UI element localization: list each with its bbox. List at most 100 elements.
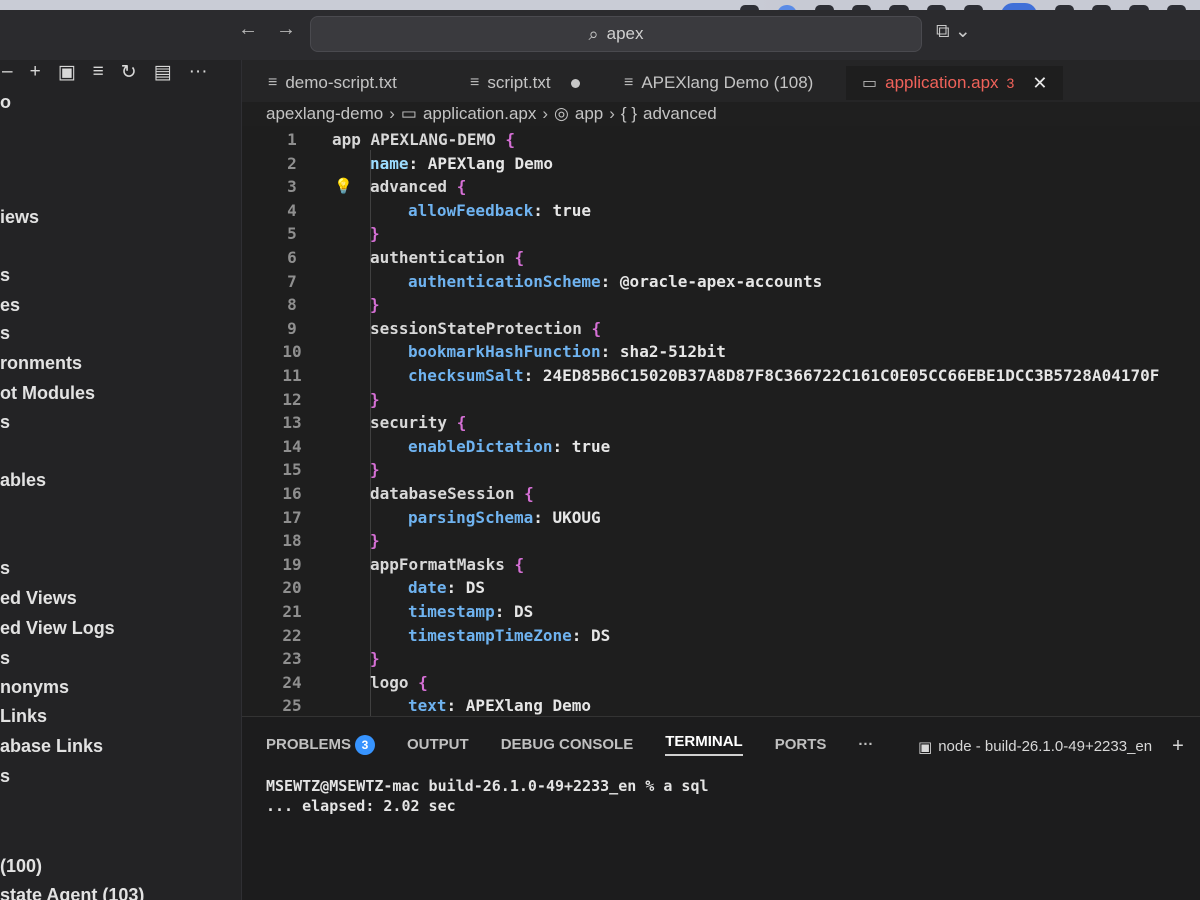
code-value: { [504,554,525,574]
tab-label: APEXlang Demo (108) [641,73,814,92]
code-text: bookmarkHashFunction: sha2-512bit [408,342,726,361]
tab-apexlang-demo[interactable]: ≡ APEXlang Demo (108) [624,66,813,100]
tab-ports[interactable]: PORTS [775,736,827,753]
copilot-chat-icon[interactable]: ⧉ ⌄ [936,20,971,43]
title-bar: ← → ⌕ apex ⧉ ⌄ [0,10,1200,60]
back-arrow-icon[interactable]: ← [238,18,258,41]
explorer-tree-item[interactable]: (100) [0,856,42,877]
code-line: 1 app APEXLANG-DEMO { [242,130,1200,154]
terminal-icon: ▣ [918,738,933,756]
code-line: 7 authenticationScheme: @oracle-apex-acco… [242,272,1200,296]
explorer-tree-item[interactable]: es [0,295,20,316]
line-number: 19 [282,554,302,574]
code-line: 3 💡 advanced { [242,177,1200,201]
line-number: 25 [282,696,302,716]
breadcrumb-symbol-advanced[interactable]: advanced [643,104,717,124]
code-text: authentication { [370,248,524,267]
window-file-icon: ▭ [862,75,878,92]
tab-label: demo-script.txt [285,73,397,92]
tab-application-apx[interactable]: ▭ application.apx 3 ✕ [846,66,1064,100]
code-value: : 24ED85B6C15020B37A8D87F8C366722C161C0E… [523,366,1160,385]
code-key: databaseSession [370,484,515,503]
filter-icon[interactable]: ≡ [93,61,104,83]
tab-terminal[interactable]: TERMINAL [665,733,743,756]
explorer-tree-item[interactable]: s [0,648,10,669]
explorer-tree-item[interactable]: Links [0,706,47,727]
explorer-tree-item[interactable]: abase Links [0,736,103,757]
lightbulb-icon[interactable]: 💡 [334,177,353,195]
breadcrumb-root[interactable]: apexlang-demo [266,104,383,124]
code-value: : true [552,436,611,456]
code-key: parsingSchema [408,507,534,527]
tab-label: application.apx [885,73,999,92]
line-number: 24 [282,672,302,692]
terminal-selector[interactable]: ▣ node - build-26.1.0-49+2233_en + [918,735,1184,758]
code-line: 22 timestampTimeZone: DS [242,626,1200,650]
line-number: 5 [287,224,297,244]
refresh-icon[interactable]: ↻ [121,61,137,84]
explorer-tree-item[interactable]: ables [0,470,46,491]
code-text: parsingSchema: UKOUG [408,508,601,527]
more-actions-icon[interactable]: ··· [189,61,208,83]
code-value: : DS [494,602,534,621]
breadcrumb: apexlang-demo › ▭ application.apx › ◎ ap… [266,102,717,126]
new-folder-icon[interactable]: ▣ [58,61,76,84]
explorer-tree-item[interactable]: s [0,323,10,344]
text-file-icon: ≡ [268,74,278,91]
code-editor[interactable]: 1 app APEXLANG-DEMO {2 name: APEXlang Demo… [242,126,1200,716]
explorer-tree-item[interactable]: s [0,265,10,286]
more-icon[interactable]: ··· [858,736,873,753]
new-terminal-icon[interactable]: + [1172,735,1184,758]
code-line: 9 sessionStateProtection { [242,319,1200,343]
code-text: } [370,295,380,314]
text-file-icon: ≡ [624,74,634,91]
database-icon[interactable]: ▤ [154,61,172,84]
close-icon[interactable]: ✕ [1032,73,1047,94]
line-number: 21 [282,602,302,621]
line-number: 12 [282,389,302,409]
code-text: authenticationScheme: @oracle-apex-accou… [408,272,822,291]
code-key: text [408,696,447,716]
line-number: 4 [287,200,297,220]
add-icon[interactable]: + [30,61,41,83]
tab-problems[interactable]: PROBLEMS 3 [266,734,376,755]
tab-debug-console[interactable]: DEBUG CONSOLE [501,736,634,753]
code-text: text: APEXlang Demo [408,696,591,715]
code-line: 6 authentication { [242,248,1200,272]
code-key: sessionStateProtection [370,318,582,338]
explorer-tree-item[interactable]: ronments [0,353,82,374]
code-value: { [447,177,467,197]
line-number: 20 [282,578,302,598]
explorer-tree-item[interactable]: state Agent (103) [0,885,144,900]
code-line: 17 parsingSchema: UKOUG [242,508,1200,532]
code-value: : DS [446,578,486,598]
explorer-tree-item[interactable]: o [0,92,11,113]
code-value: } [370,531,380,551]
editor-tab-bar: ≡ demo-script.txt ≡ script.txt ≡ APEXlan… [242,60,1200,102]
code-key: name [370,153,409,173]
collapse-icon[interactable]: – [2,61,13,83]
code-text: logo { [370,673,428,692]
explorer-tree-item[interactable]: ot Modules [0,383,95,404]
code-line: 4 allowFeedback: true [242,201,1200,225]
tab-output[interactable]: OUTPUT [407,736,469,753]
breadcrumb-file[interactable]: application.apx [423,104,536,124]
code-value: } [370,224,380,244]
line-number: 14 [282,436,302,456]
explorer-tree-item[interactable]: ed View Logs [0,618,115,639]
line-number: 10 [282,342,302,362]
code-value: } [370,649,380,669]
explorer-tree-item[interactable]: s [0,766,10,787]
explorer-tree-item[interactable]: iews [0,207,39,228]
breadcrumb-symbol-app[interactable]: app [575,104,603,124]
command-center-search[interactable]: ⌕ apex [310,16,922,52]
explorer-tree-item[interactable]: s [0,558,10,579]
tab-script[interactable]: ≡ script.txt [470,66,580,100]
code-value: } [370,389,380,409]
forward-arrow-icon[interactable]: → [276,18,296,41]
explorer-tree-item[interactable]: s [0,412,10,433]
tab-demo-script[interactable]: ≡ demo-script.txt [268,66,397,100]
explorer-tree-item[interactable]: ed Views [0,588,77,609]
code-key: timestampTimeZone [408,625,572,645]
explorer-tree-item[interactable]: nonyms [0,677,69,698]
